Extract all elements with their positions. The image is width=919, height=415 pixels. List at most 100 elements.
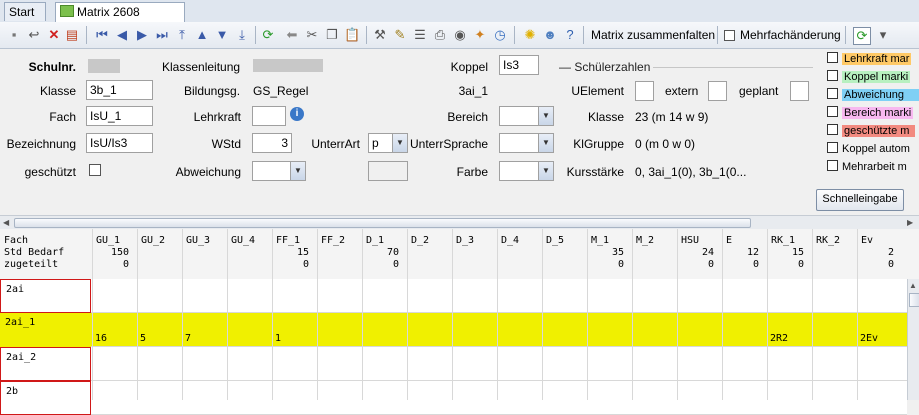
row-label[interactable]: 2ai_2 bbox=[0, 347, 91, 381]
abweichung-select[interactable]: ▼ bbox=[252, 161, 306, 181]
matrix-cell[interactable]: 2Ev bbox=[860, 333, 878, 345]
help-icon[interactable]: ? bbox=[562, 27, 578, 43]
koppel-input[interactable]: Is3 bbox=[499, 55, 539, 75]
fach-input[interactable]: IsU_1 bbox=[86, 106, 153, 126]
uelement-input[interactable] bbox=[635, 81, 654, 101]
move-up-icon[interactable]: ▲ bbox=[194, 27, 210, 43]
legend-checkbox[interactable] bbox=[827, 106, 838, 117]
legend-checkbox[interactable] bbox=[827, 160, 838, 171]
column-header[interactable]: FF_2 bbox=[321, 235, 354, 247]
column-header[interactable]: FF_1 15 0 bbox=[276, 235, 309, 271]
wstd-input[interactable]: 3 bbox=[252, 133, 292, 153]
matrix-cell[interactable]: 16 bbox=[95, 333, 107, 345]
unterrart-select[interactable]: p ▼ bbox=[368, 133, 408, 153]
legend-item-bereich[interactable]: Bereich marki bbox=[824, 106, 919, 121]
legend-item-koppel[interactable]: Koppel marki bbox=[824, 70, 919, 85]
last-icon[interactable]: ⏭ bbox=[154, 27, 170, 43]
legend-item-koppel-auto[interactable]: Koppel autom bbox=[824, 142, 919, 157]
scroll-up-icon[interactable]: ▲ bbox=[909, 281, 917, 290]
vertical-scrollbar[interactable]: ▲ bbox=[907, 279, 919, 400]
copy-icon[interactable]: ❐ bbox=[324, 27, 340, 43]
sync-icon[interactable]: ⟳ bbox=[853, 27, 871, 45]
info-icon[interactable]: i bbox=[290, 107, 304, 121]
row-label[interactable]: 2ai bbox=[0, 279, 91, 313]
row-label[interactable]: 2b bbox=[0, 381, 91, 415]
legend-checkbox[interactable] bbox=[827, 52, 838, 63]
column-header[interactable]: D_4 bbox=[501, 235, 534, 247]
schnelleingabe-button[interactable]: Schnelleingabe bbox=[816, 189, 904, 211]
tab-start[interactable]: Start bbox=[4, 2, 46, 21]
tab-matrix[interactable]: Matrix 2608 GMS✕ bbox=[55, 2, 185, 38]
scroll-left-icon[interactable]: ◀ bbox=[3, 218, 9, 227]
delete-icon[interactable]: ✕ bbox=[46, 27, 62, 43]
column-header[interactable]: GU_1 150 0 bbox=[96, 235, 129, 271]
legend-item-geschuetzt[interactable]: geschützte m bbox=[824, 124, 919, 139]
column-header[interactable]: RK_1 15 0 bbox=[771, 235, 804, 271]
column-header[interactable]: D_2 bbox=[411, 235, 444, 247]
legend-item-abweichung[interactable]: Abweichung bbox=[824, 88, 919, 103]
abweichung-extra-input[interactable] bbox=[368, 161, 408, 181]
cut-icon[interactable]: ✂ bbox=[304, 27, 320, 43]
scroll-right-icon[interactable]: ▶ bbox=[907, 218, 913, 227]
column-header[interactable]: RK_2 bbox=[816, 235, 849, 247]
next-icon[interactable]: ▶ bbox=[134, 27, 150, 43]
print-icon[interactable]: ⎙ bbox=[432, 27, 448, 43]
matrix-cell[interactable]: 2R2 bbox=[770, 333, 788, 345]
legend-item-lehrkraft[interactable]: Lehrkraft mar bbox=[824, 52, 919, 67]
previous-icon[interactable]: ◀ bbox=[114, 27, 130, 43]
matrix-cell[interactable]: 7 bbox=[185, 333, 191, 345]
geschuetzt-checkbox[interactable] bbox=[89, 164, 101, 176]
tools-icon[interactable]: ⚒ bbox=[372, 27, 388, 43]
column-header[interactable]: M_2 bbox=[636, 235, 669, 247]
legend-checkbox[interactable] bbox=[827, 88, 838, 99]
unterrsprache-select[interactable]: ▼ bbox=[499, 133, 554, 153]
sort-bottom-icon[interactable]: ⤓ bbox=[234, 27, 250, 43]
preview-icon[interactable]: ◉ bbox=[452, 27, 468, 43]
users-icon[interactable]: ☻ bbox=[542, 27, 558, 43]
horizontal-scrollbar[interactable]: ◀ ▶ bbox=[0, 215, 919, 230]
legend-item-mehrarbeit[interactable]: Mehrarbeit m bbox=[824, 160, 919, 175]
column-header[interactable]: D_3 bbox=[456, 235, 489, 247]
undo-icon[interactable]: ↩ bbox=[26, 27, 42, 43]
bezeichnung-input[interactable]: IsU/Is3 bbox=[86, 133, 153, 153]
column-header[interactable]: GU_4 bbox=[231, 235, 264, 247]
scroll-thumb[interactable] bbox=[909, 293, 919, 307]
collapse-matrix-button[interactable]: Matrix zusammenfalten bbox=[591, 27, 715, 43]
column-header[interactable]: E 12 0 bbox=[726, 235, 759, 271]
form-icon[interactable]: ▤ bbox=[64, 27, 80, 43]
clock-icon[interactable]: ◷ bbox=[492, 27, 508, 43]
column-header[interactable]: GU_3 bbox=[186, 235, 219, 247]
legend-checkbox[interactable] bbox=[827, 124, 838, 135]
more-icon[interactable]: ▾ bbox=[875, 27, 891, 43]
extern-input[interactable] bbox=[708, 81, 727, 101]
scroll-thumb[interactable] bbox=[14, 218, 751, 228]
lehrkraft-input[interactable] bbox=[252, 106, 286, 126]
matrix-cell[interactable]: 1 bbox=[275, 333, 281, 345]
paste-icon[interactable]: 📋 bbox=[344, 27, 360, 43]
bereich-select[interactable]: ▼ bbox=[499, 106, 554, 126]
legend-checkbox[interactable] bbox=[827, 142, 838, 153]
row-label[interactable]: 2ai_1 bbox=[0, 313, 91, 347]
back-arrow-icon[interactable]: ⬅ bbox=[284, 27, 300, 43]
clear-icon[interactable]: ✦ bbox=[472, 27, 488, 43]
klasse-input[interactable]: 3b_1 bbox=[86, 80, 153, 100]
sort-top-icon[interactable]: ⤒ bbox=[174, 27, 190, 43]
lightbulb-icon[interactable]: ✺ bbox=[522, 27, 538, 43]
column-header[interactable]: D_5 bbox=[546, 235, 579, 247]
column-header[interactable]: D_1 70 0 bbox=[366, 235, 399, 271]
move-down-icon[interactable]: ▼ bbox=[214, 27, 230, 43]
column-header[interactable]: HSU 24 0 bbox=[681, 235, 714, 271]
column-header[interactable]: Ev 2 0 bbox=[861, 235, 894, 271]
column-header[interactable]: GU_2 bbox=[141, 235, 174, 247]
farbe-select[interactable]: ▼ bbox=[499, 161, 554, 181]
refresh-icon[interactable]: ⟳ bbox=[260, 27, 276, 43]
first-icon[interactable]: ⏮ bbox=[94, 27, 110, 43]
multi-change-checkbox[interactable] bbox=[724, 30, 735, 41]
geplant-input[interactable] bbox=[790, 81, 809, 101]
list-icon[interactable]: ☰ bbox=[412, 27, 428, 43]
legend-checkbox[interactable] bbox=[827, 70, 838, 81]
matrix-cell[interactable]: 5 bbox=[140, 333, 146, 345]
edit-icon[interactable]: ✎ bbox=[392, 27, 408, 43]
column-header[interactable]: M_1 35 0 bbox=[591, 235, 624, 271]
save-icon[interactable]: ▪ bbox=[6, 27, 22, 43]
